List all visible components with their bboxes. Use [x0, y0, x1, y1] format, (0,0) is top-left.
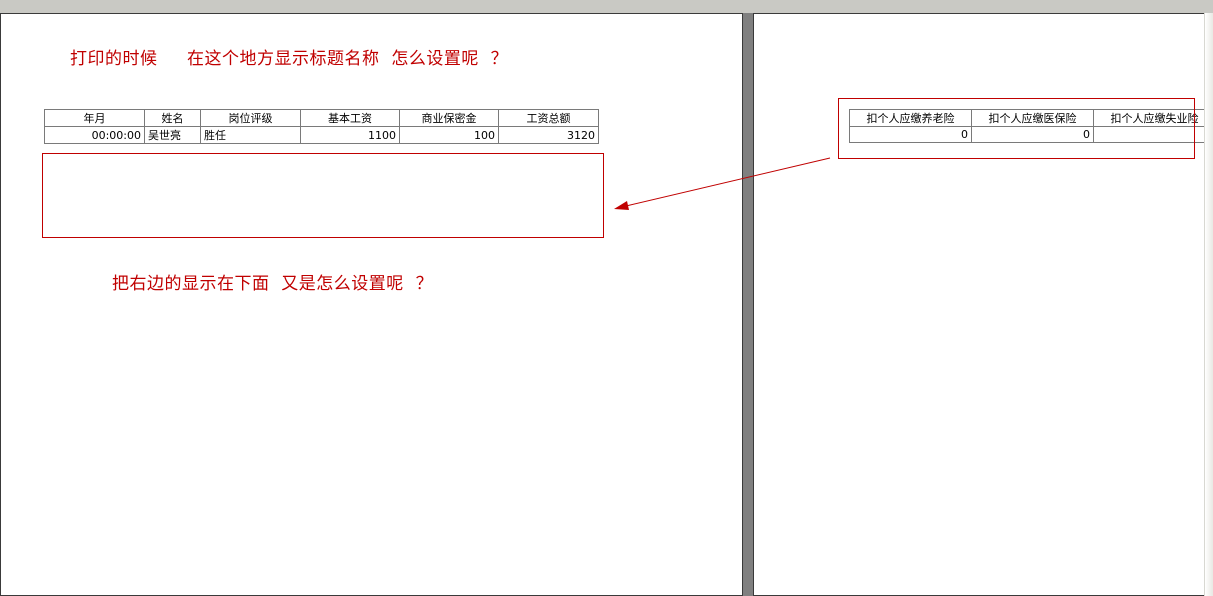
header-cell: 商业保密金 — [399, 109, 499, 127]
toolbar-strip — [0, 0, 1213, 13]
header-cell: 基本工资 — [300, 109, 400, 127]
table-cell: 吴世亮 — [144, 126, 201, 144]
table-header-row: 年月 姓名 岗位评级 基本工资 商业保密金 工资总额 — [44, 109, 599, 127]
report-table-left: 年月 姓名 岗位评级 基本工资 商业保密金 工资总额 00:00:00 吴世亮 … — [44, 109, 599, 144]
table-cell: 胜任 — [200, 126, 301, 144]
header-cell: 年月 — [44, 109, 145, 127]
header-cell: 岗位评级 — [200, 109, 301, 127]
source-columns-box — [838, 98, 1195, 159]
table-cell: 00:00:00 — [44, 126, 145, 144]
move-question-annotation: 把右边的显示在下面 又是怎么设置呢 ？ — [112, 274, 434, 294]
header-cell: 工资总额 — [498, 109, 599, 127]
table-cell: 100 — [399, 126, 499, 144]
table-row: 00:00:00 吴世亮 胜任 1100 100 3120 — [44, 126, 599, 144]
header-cell: 姓名 — [144, 109, 201, 127]
target-placement-box — [42, 153, 604, 238]
table-cell: 3120 — [498, 126, 599, 144]
title-question-annotation: 打印的时候 在这个地方显示标题名称 怎么设置呢 ？ — [70, 49, 509, 69]
print-preview-page-1 — [0, 13, 743, 596]
vertical-scrollbar[interactable] — [1204, 13, 1213, 596]
table-cell: 1100 — [300, 126, 400, 144]
